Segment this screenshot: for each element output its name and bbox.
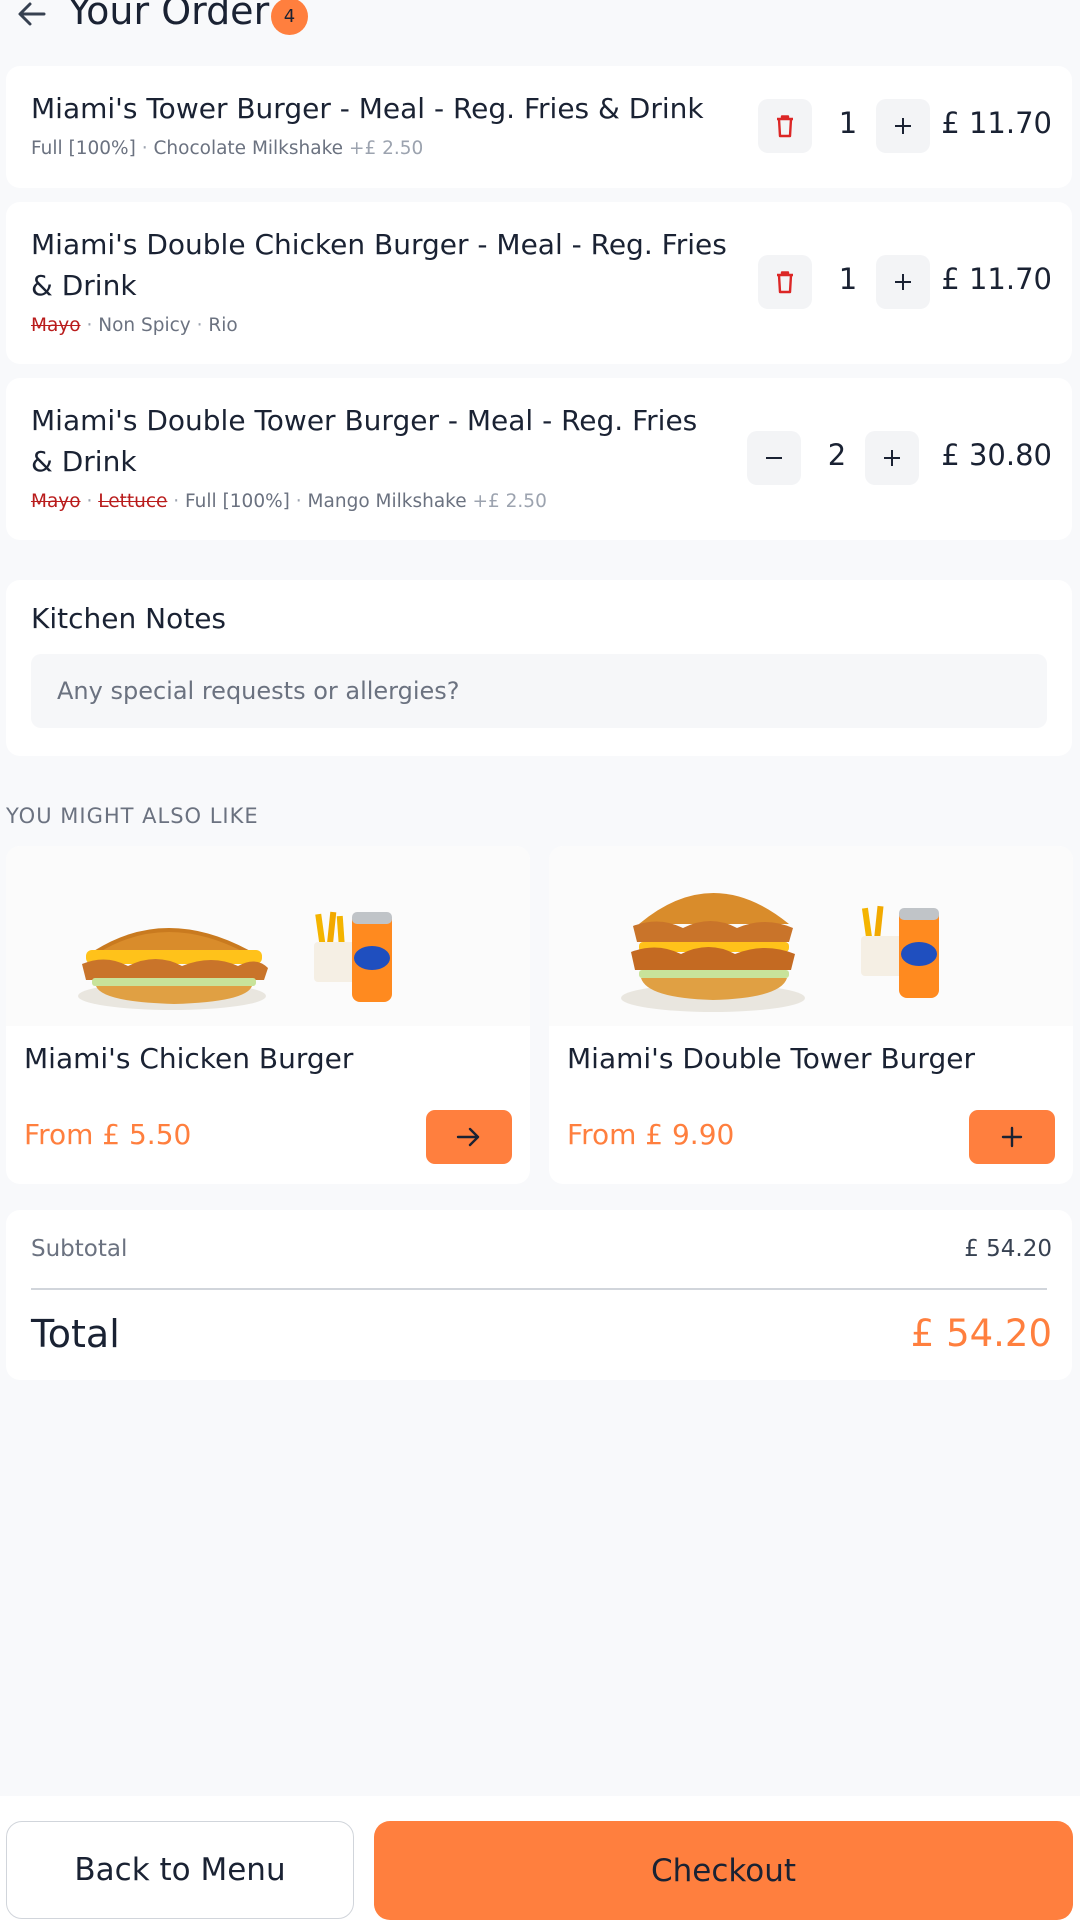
kitchen-notes-title: Kitchen Notes	[31, 602, 227, 635]
item-options: Mayo · Lettuce · Full [100%] · Mango Mil…	[31, 491, 547, 512]
kitchen-notes-input[interactable]	[31, 654, 1047, 728]
burger-meal-image	[78, 911, 392, 1010]
add-product-button[interactable]	[969, 1110, 1055, 1164]
cart-item: Miami's Double Chicken Burger - Meal - R…	[6, 202, 1072, 364]
product-price: From £ 5.50	[24, 1118, 192, 1151]
item-name: Miami's Tower Burger - Meal - Reg. Fries…	[31, 92, 704, 125]
trash-icon	[777, 115, 793, 138]
back-to-menu-button[interactable]: Back to Menu	[6, 1821, 354, 1919]
recommendation-card[interactable]: Miami's Double Tower Burger From £ 9.90	[549, 846, 1073, 1184]
recommendations-label: YOU MIGHT ALSO LIKE	[6, 804, 259, 828]
plus-icon	[1001, 1126, 1023, 1148]
item-options: Mayo · Non Spicy · Rio	[31, 315, 238, 336]
page-title: Your Order	[68, 0, 270, 33]
increase-quantity-button[interactable]	[876, 99, 930, 153]
cart-item: Miami's Tower Burger - Meal - Reg. Fries…	[6, 66, 1072, 188]
remove-item-button[interactable]	[758, 255, 812, 309]
item-quantity: 1	[838, 262, 858, 296]
product-image	[6, 846, 530, 1026]
product-image	[549, 846, 1073, 1026]
remove-item-button[interactable]	[758, 99, 812, 153]
product-price: From £ 9.90	[567, 1118, 735, 1151]
trash-icon	[777, 271, 793, 294]
header: Your Order 4	[0, 0, 1080, 40]
minus-icon	[766, 457, 782, 459]
recommendation-card[interactable]: Miami's Chicken Burger From £ 5.50	[6, 846, 530, 1184]
item-name: Miami's Double Tower Burger - Meal - Reg…	[31, 404, 698, 478]
back-arrow-icon[interactable]	[14, 0, 50, 32]
double-burger-meal-image	[621, 893, 939, 1012]
decrease-quantity-button[interactable]	[747, 431, 801, 485]
item-quantity: 1	[838, 106, 858, 140]
item-quantity: 2	[827, 438, 847, 472]
plus-icon	[884, 450, 900, 466]
view-product-button[interactable]	[426, 1110, 512, 1164]
increase-quantity-button[interactable]	[865, 431, 919, 485]
order-summary: Subtotal £ 54.20 Total £ 54.20	[6, 1210, 1072, 1380]
item-price: £ 30.80	[941, 438, 1052, 472]
product-name: Miami's Chicken Burger	[24, 1042, 354, 1075]
product-name: Miami's Double Tower Burger	[567, 1042, 975, 1075]
subtotal-label: Subtotal	[31, 1236, 128, 1262]
cart-item: Miami's Double Tower Burger - Meal - Reg…	[6, 378, 1072, 540]
divider	[31, 1288, 1047, 1290]
plus-icon	[895, 118, 911, 134]
total-label: Total	[31, 1312, 120, 1356]
subtotal-value: £ 54.20	[964, 1236, 1052, 1262]
item-count-badge: 4	[271, 0, 308, 35]
kitchen-notes-card: Kitchen Notes	[6, 580, 1072, 756]
arrow-right-icon	[456, 1127, 480, 1147]
checkout-button[interactable]: Checkout	[374, 1821, 1073, 1920]
plus-icon	[895, 274, 911, 290]
item-name: Miami's Double Chicken Burger - Meal - R…	[31, 228, 727, 302]
item-price: £ 11.70	[941, 106, 1052, 140]
total-value: £ 54.20	[910, 1312, 1052, 1355]
item-price: £ 11.70	[941, 262, 1052, 296]
increase-quantity-button[interactable]	[876, 255, 930, 309]
item-options: Full [100%] · Chocolate Milkshake +£ 2.5…	[31, 138, 424, 159]
